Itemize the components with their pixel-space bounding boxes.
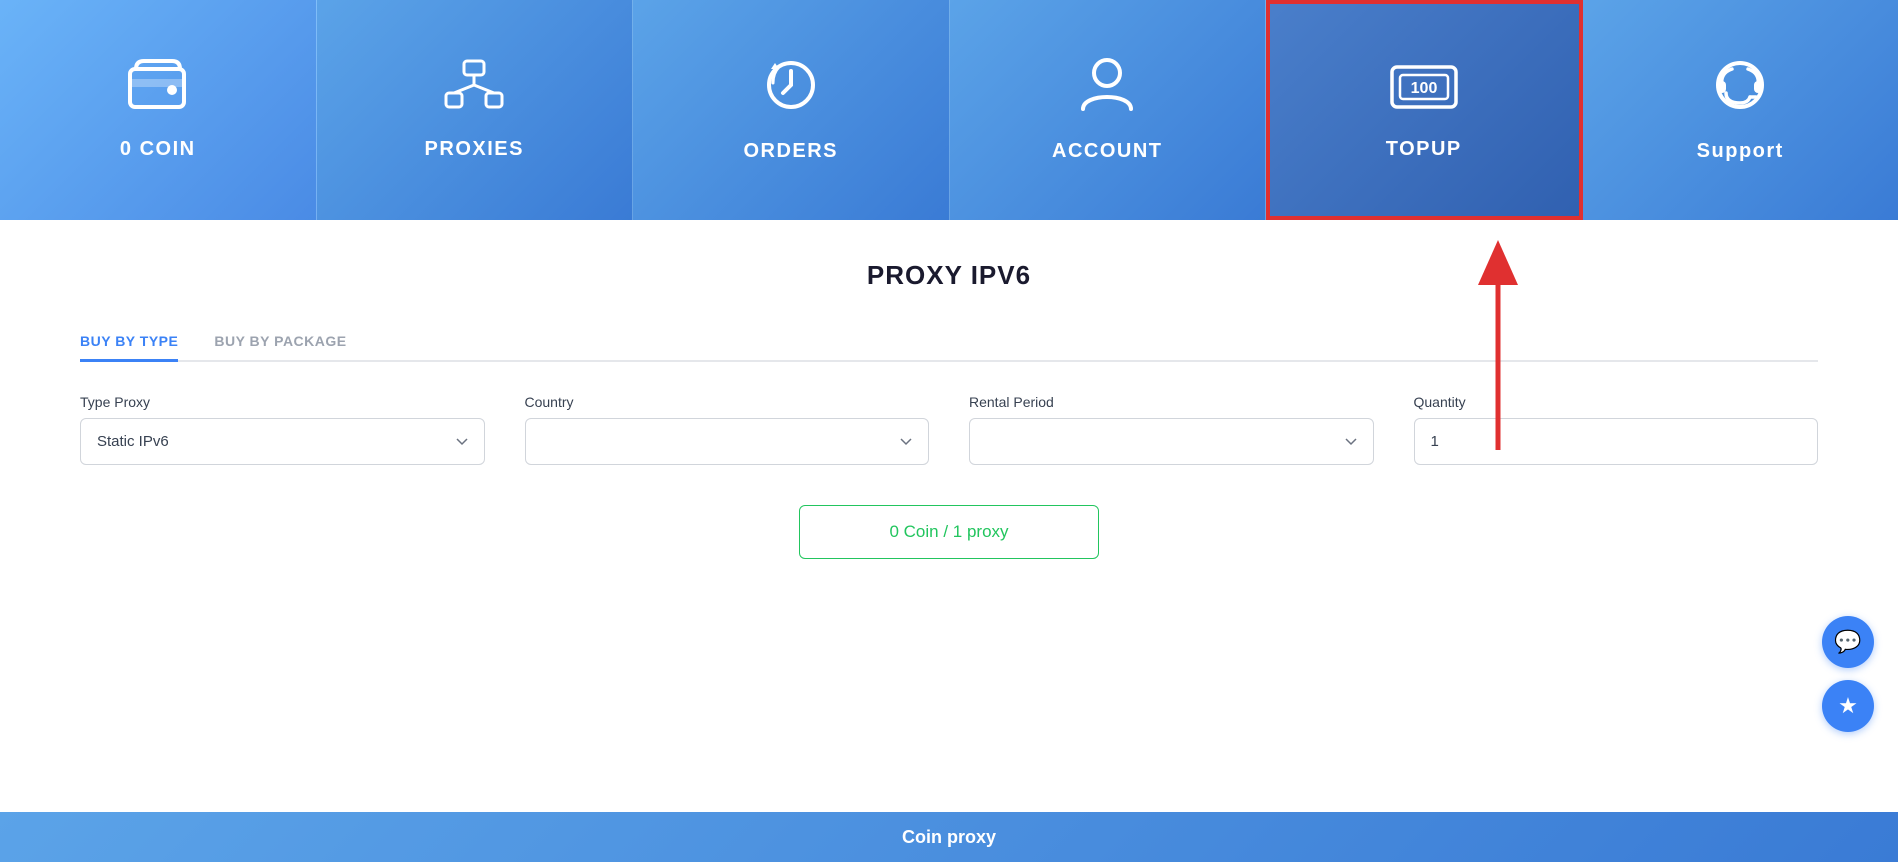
topup-icon: 100 bbox=[1390, 59, 1458, 120]
country-group: Country bbox=[525, 394, 930, 465]
rental-period-select[interactable] bbox=[969, 418, 1374, 465]
footer-text: Coin proxy bbox=[902, 827, 996, 848]
nav-item-coin[interactable]: 0 COIN bbox=[0, 0, 317, 220]
nav-account-label: ACCOUNT bbox=[1052, 140, 1163, 163]
page-title: PROXY IPV6 bbox=[80, 260, 1818, 291]
type-proxy-group: Type Proxy Static IPv6 Dynamic IPv6 Rota… bbox=[80, 394, 485, 465]
nav-item-topup[interactable]: 100 TOPUP bbox=[1266, 0, 1583, 220]
type-proxy-label: Type Proxy bbox=[80, 394, 485, 410]
type-proxy-select[interactable]: Static IPv6 Dynamic IPv6 Rotating IPv6 bbox=[80, 418, 485, 465]
chat-icon: 💬 bbox=[1834, 629, 1861, 655]
support-icon bbox=[1712, 57, 1768, 122]
country-label: Country bbox=[525, 394, 930, 410]
tab-bar: BUY BY TYPE BUY BY PACKAGE bbox=[80, 323, 1818, 362]
star-icon: ★ bbox=[1838, 693, 1858, 719]
quantity-label: Quantity bbox=[1414, 394, 1819, 410]
star-button[interactable]: ★ bbox=[1822, 680, 1874, 732]
nav-topup-label: TOPUP bbox=[1386, 138, 1462, 161]
nav-item-orders[interactable]: ORDERS bbox=[633, 0, 950, 220]
price-section: 0 Coin / 1 proxy bbox=[80, 505, 1818, 559]
nav-coin-label: 0 COIN bbox=[120, 138, 196, 161]
top-nav: 0 COIN PROXIES ORDERS bbox=[0, 0, 1898, 220]
quantity-input[interactable]: 1 bbox=[1414, 418, 1819, 465]
chat-button[interactable]: 💬 bbox=[1822, 616, 1874, 668]
country-select[interactable] bbox=[525, 418, 930, 465]
floating-buttons: 💬 ★ bbox=[1822, 616, 1874, 732]
nav-orders-label: ORDERS bbox=[743, 140, 838, 163]
nav-item-proxies[interactable]: PROXIES bbox=[317, 0, 634, 220]
account-icon bbox=[1081, 57, 1133, 122]
quantity-group: Quantity 1 bbox=[1414, 394, 1819, 465]
nav-support-label: Support bbox=[1697, 140, 1784, 163]
footer-strip: Coin proxy bbox=[0, 812, 1898, 862]
wallet-icon bbox=[128, 59, 188, 120]
tab-buy-by-package[interactable]: BUY BY PACKAGE bbox=[214, 323, 346, 362]
rental-period-label: Rental Period bbox=[969, 394, 1374, 410]
svg-text:100: 100 bbox=[1410, 80, 1437, 97]
price-button[interactable]: 0 Coin / 1 proxy bbox=[799, 505, 1099, 559]
form-row: Type Proxy Static IPv6 Dynamic IPv6 Rota… bbox=[80, 394, 1818, 465]
tab-buy-by-type[interactable]: BUY BY TYPE bbox=[80, 323, 178, 362]
orders-icon bbox=[763, 57, 819, 122]
main-content: PROXY IPV6 BUY BY TYPE BUY BY PACKAGE Ty… bbox=[0, 220, 1898, 812]
rental-period-group: Rental Period bbox=[969, 394, 1374, 465]
nav-item-support[interactable]: Support bbox=[1583, 0, 1898, 220]
proxies-icon bbox=[444, 59, 504, 120]
nav-item-account[interactable]: ACCOUNT bbox=[950, 0, 1267, 220]
nav-proxies-label: PROXIES bbox=[425, 138, 524, 161]
